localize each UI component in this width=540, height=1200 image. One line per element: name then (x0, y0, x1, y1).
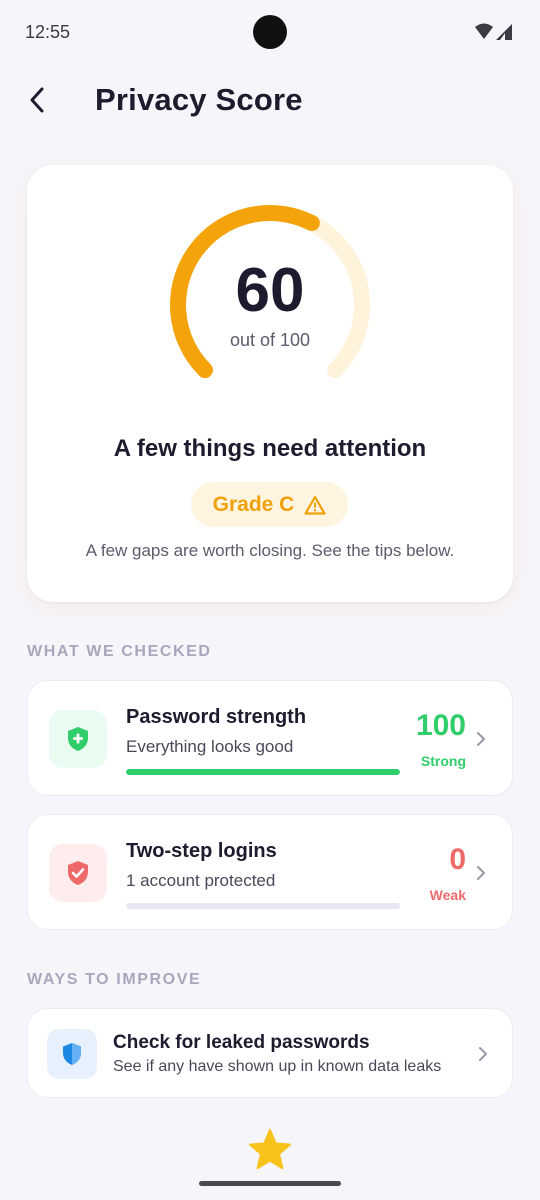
check-title: Password strength (126, 706, 307, 728)
check-card-two-step-logins[interactable]: Two-step logins 1 account protected 0 We… (27, 814, 513, 930)
improve-title: Check for leaked passwords (113, 1032, 370, 1053)
section-label-checked: WHAT WE CHECKED (27, 643, 212, 660)
check-score: 0 (449, 843, 466, 876)
check-progress-bar (126, 903, 400, 909)
app-bar: Privacy Score (0, 70, 540, 134)
score-subtext: A few gaps are worth closing. See the ti… (85, 541, 455, 560)
warning-icon (304, 495, 326, 515)
improve-description: See if any have shown up in known data l… (113, 1058, 442, 1075)
grade-badge: Grade C (191, 482, 348, 527)
score-out-of: out of 100 (229, 330, 311, 350)
check-card-password-strength[interactable]: Password strength Everything looks good … (27, 680, 513, 796)
shield-plus-icon (68, 727, 88, 751)
chevron-right-icon (477, 732, 485, 746)
improve-card-leaked-passwords[interactable]: Check for leaked passwords See if any ha… (27, 1008, 513, 1098)
star-icon[interactable] (247, 1127, 293, 1173)
check-description: Everything looks good (126, 737, 294, 756)
check-description: 1 account protected (126, 871, 276, 890)
home-indicator[interactable] (199, 1181, 341, 1186)
check-progress-fill (126, 769, 400, 775)
camera-cutout (253, 15, 287, 49)
improve-icon-box (47, 1029, 97, 1079)
check-score: 100 (415, 709, 466, 742)
status-time: 12:55 (25, 22, 71, 42)
score-headline: A few things need attention (113, 435, 427, 462)
status-bar: 12:55 (0, 0, 540, 64)
signal-wifi-icon (475, 23, 512, 40)
shield-icon (63, 1043, 81, 1065)
chevron-right-icon (479, 1047, 487, 1061)
chevron-right-icon (477, 866, 485, 880)
back-arrow-icon (30, 87, 44, 113)
check-icon-box (49, 710, 107, 768)
check-strength: Strong (420, 753, 466, 769)
back-button[interactable] (18, 80, 58, 120)
check-strength: Weak (429, 887, 466, 903)
section-label-improve: WAYS TO IMPROVE (27, 971, 202, 988)
check-title: Two-step logins (126, 840, 277, 862)
grade-label: Grade C (212, 492, 295, 516)
page-title: Privacy Score (95, 82, 303, 117)
check-progress-bar (126, 769, 400, 775)
score-value: 60 (235, 256, 305, 325)
shield-check-icon (68, 861, 88, 885)
check-icon-box (49, 844, 107, 902)
score-card: 60 out of 100 A few things need attentio… (27, 165, 513, 602)
